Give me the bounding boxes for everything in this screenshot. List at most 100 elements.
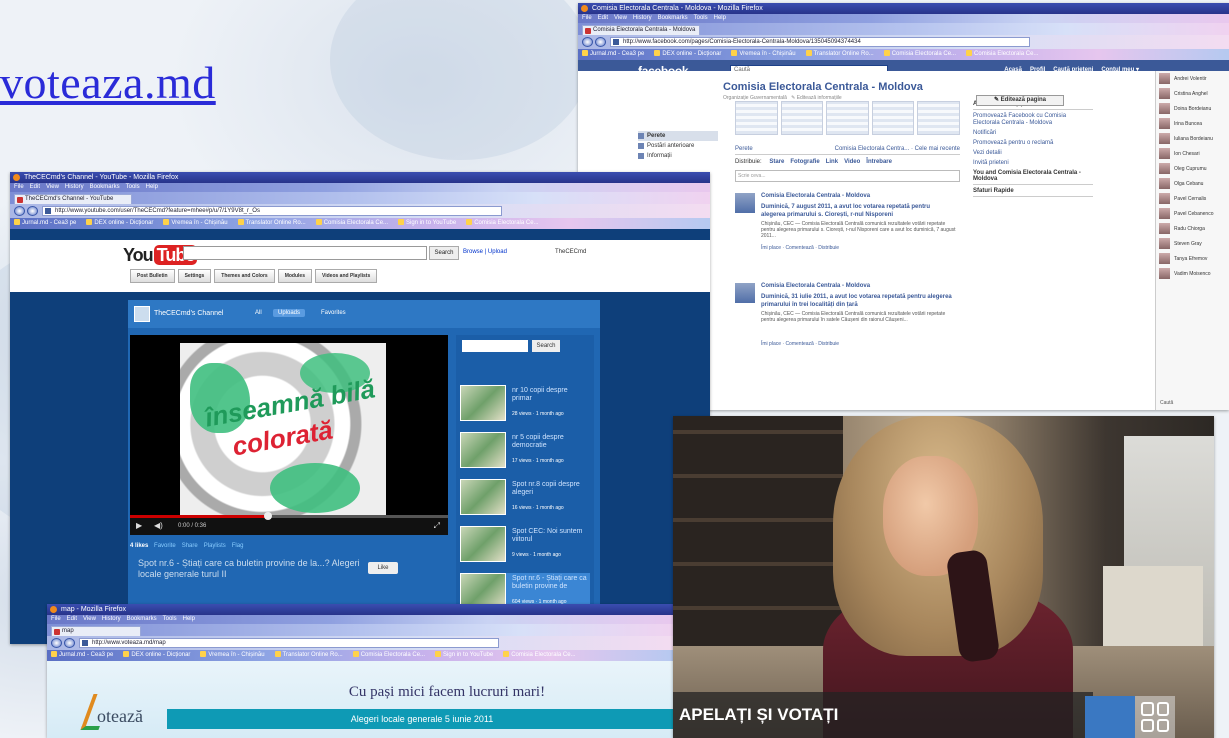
bookmark-item[interactable]: Jurnal.md - Cea3 pe	[51, 652, 113, 658]
avatar[interactable]	[134, 306, 150, 322]
menu-file[interactable]: File	[51, 616, 61, 622]
video-item-title[interactable]: nr 10 copii despre primar	[512, 387, 588, 403]
bookmark-item[interactable]: Comisia Electorala Ce...	[884, 51, 956, 57]
menu-view[interactable]: View	[614, 15, 627, 21]
video-player[interactable]: înseamnă bilă colorată ▶ ◀) 0:00 / 0:36 …	[130, 335, 448, 535]
menu-history[interactable]: History	[633, 15, 652, 21]
forward-icon[interactable]	[595, 37, 606, 47]
menu-edit[interactable]: Edit	[67, 616, 77, 622]
chat-contact[interactable]: Radu Chiorga	[1156, 221, 1229, 236]
video-thumbnail[interactable]	[460, 432, 506, 468]
favorite-link[interactable]: Favorite	[154, 543, 176, 549]
bookmark-item[interactable]: DEX online - Dicționar	[86, 220, 153, 226]
post-author[interactable]: Comisia Electorala Centrala - Moldova	[761, 193, 870, 199]
menu-bookmarks[interactable]: Bookmarks	[90, 184, 120, 190]
share-link[interactable]: Link	[826, 159, 838, 165]
bookmark-item[interactable]: Translator Online Ro...	[238, 220, 306, 226]
playlists-link[interactable]: Playlists	[204, 543, 226, 549]
voteaza-logo[interactable]: otează	[97, 706, 143, 727]
url-bar[interactable]: http://www.voteaza.md/map	[79, 638, 499, 648]
fullscreen-icon[interactable]: ⤢	[434, 521, 440, 531]
youtube-search-input[interactable]	[183, 246, 427, 260]
settings-button[interactable]: Settings	[177, 269, 212, 283]
right-link[interactable]: Notificări	[973, 130, 1093, 137]
menu-history[interactable]: History	[65, 184, 84, 190]
menu-tools[interactable]: Tools	[163, 616, 177, 622]
username[interactable]: TheCECmd	[555, 249, 586, 255]
post-avatar[interactable]	[735, 283, 755, 303]
back-icon[interactable]	[51, 638, 62, 648]
progress-bar[interactable]	[130, 512, 448, 520]
chat-contact[interactable]: Oleg Cuprumu	[1156, 161, 1229, 176]
chat-contact[interactable]: Andrei Volentir	[1156, 71, 1229, 86]
browse-upload-links[interactable]: Browse | Upload	[463, 249, 507, 255]
like-button[interactable]: Like	[368, 562, 398, 574]
post-headline[interactable]: Duminică, 31 iulie 2011, a avut loc vota…	[761, 293, 956, 309]
post-bulletin-button[interactable]: Post Bulletin	[130, 269, 175, 283]
edit-page-button[interactable]: ✎ Editează pagina	[976, 95, 1064, 106]
post-author[interactable]: Comisia Electorala Centrala - Moldova	[761, 283, 870, 289]
tab-favorites[interactable]: Favorites	[316, 309, 351, 317]
channel-search-input[interactable]	[462, 340, 528, 352]
video-item-title[interactable]: Spot nr.6 - Știați care ca buletin provi…	[512, 575, 588, 591]
right-link[interactable]: Vezi detalii	[973, 150, 1093, 157]
menu-tools[interactable]: Tools	[126, 184, 140, 190]
chat-search[interactable]: Caută	[1160, 400, 1173, 406]
chat-contact[interactable]: Doina Bordeianu	[1156, 101, 1229, 116]
forward-icon[interactable]	[64, 638, 75, 648]
url-bar[interactable]: http://www.youtube.com/user/TheCECmd?fea…	[42, 206, 502, 216]
bookmark-item[interactable]: Vremea în - Chișinău	[200, 652, 264, 658]
photo-thumbnail[interactable]	[780, 101, 824, 135]
video-item-title[interactable]: Spot CEC: Noi suntem viitorul	[512, 528, 588, 544]
bookmark-item[interactable]: Translator Online Ro...	[806, 51, 874, 57]
chat-contact[interactable]: Irina Buncea	[1156, 116, 1229, 131]
forward-icon[interactable]	[27, 206, 38, 216]
sidebar-item-info[interactable]: Informații	[638, 151, 718, 161]
tab-uploads[interactable]: Uploads	[273, 309, 306, 317]
post-headline[interactable]: Duminică, 7 august 2011, a avut loc vota…	[761, 203, 956, 219]
play-icon[interactable]: ▶	[136, 521, 142, 530]
bookmark-item[interactable]: DEX online - Dicționar	[654, 51, 721, 57]
channel-search-button[interactable]: Search	[532, 340, 560, 352]
browser-tab[interactable]: TheCECmd's Channel - YouTube	[14, 194, 132, 204]
url-bar[interactable]: http://www.facebook.com/pages/Comisia-El…	[610, 37, 1030, 47]
list-item[interactable]: Spot nr.8 copii despre alegeri 16 views ·…	[460, 479, 590, 521]
list-item[interactable]: nr 10 copii despre primar 28 views · 1 mo…	[460, 385, 590, 427]
photo-thumbnail[interactable]	[917, 101, 960, 135]
menu-edit[interactable]: Edit	[598, 15, 608, 21]
share-status[interactable]: Stare	[769, 159, 784, 165]
menu-file[interactable]: File	[14, 184, 24, 190]
bookmark-item[interactable]: Jurnal.md - Cea3 pe	[582, 51, 644, 57]
right-link[interactable]: Invită prieteni	[973, 160, 1093, 167]
bookmark-item[interactable]: Translator Online Ro...	[275, 652, 343, 658]
chat-contact[interactable]: Olga Cebanu	[1156, 176, 1229, 191]
chat-contact[interactable]: Pavel Cebanenco	[1156, 206, 1229, 221]
menu-bookmarks[interactable]: Bookmarks	[127, 616, 157, 622]
post-actions[interactable]: Îmi place · Comentează · Distribuie	[761, 245, 839, 251]
tab-filter[interactable]: Comisia Electorala Centra... · Cele mai …	[835, 146, 960, 152]
photo-thumbnail[interactable]	[826, 101, 869, 135]
chat-contact[interactable]: Steven Gray	[1156, 236, 1229, 251]
share-video[interactable]: Video	[844, 159, 860, 165]
sidebar-item-older-posts[interactable]: Postări anterioare	[638, 141, 718, 151]
menu-bookmarks[interactable]: Bookmarks	[658, 15, 688, 21]
menu-help[interactable]: Help	[183, 616, 195, 622]
tab-wall[interactable]: Perete	[735, 146, 753, 152]
menu-history[interactable]: History	[102, 616, 121, 622]
share-question[interactable]: Întrebare	[866, 159, 892, 165]
list-item[interactable]: Spot CEC: Noi suntem viitorul 9 views · 1…	[460, 526, 590, 568]
video-item-title[interactable]: nr 5 copii despre democratie	[512, 434, 588, 450]
list-item[interactable]: nr 5 copii despre democratie 17 views · 1…	[460, 432, 590, 474]
bookmark-item[interactable]: Comisia Electorala Ce...	[966, 51, 1038, 57]
menu-help[interactable]: Help	[146, 184, 158, 190]
video-thumbnail[interactable]	[460, 479, 506, 515]
tab-all[interactable]: All	[250, 309, 267, 317]
write-post-input[interactable]: Scrie ceva...	[735, 170, 960, 182]
bookmark-item[interactable]: Comisia Electorala Ce...	[353, 652, 425, 658]
bookmark-item[interactable]: Sign in to YouTube	[398, 220, 456, 226]
video-frame[interactable]: înseamnă bilă colorată	[180, 343, 386, 523]
browser-tab[interactable]: map	[51, 626, 141, 636]
photo-thumbnail[interactable]	[735, 101, 778, 135]
bookmark-item[interactable]: Vremea în - Chișinău	[163, 220, 227, 226]
chat-contact[interactable]: Vadim Moisenco	[1156, 266, 1229, 281]
